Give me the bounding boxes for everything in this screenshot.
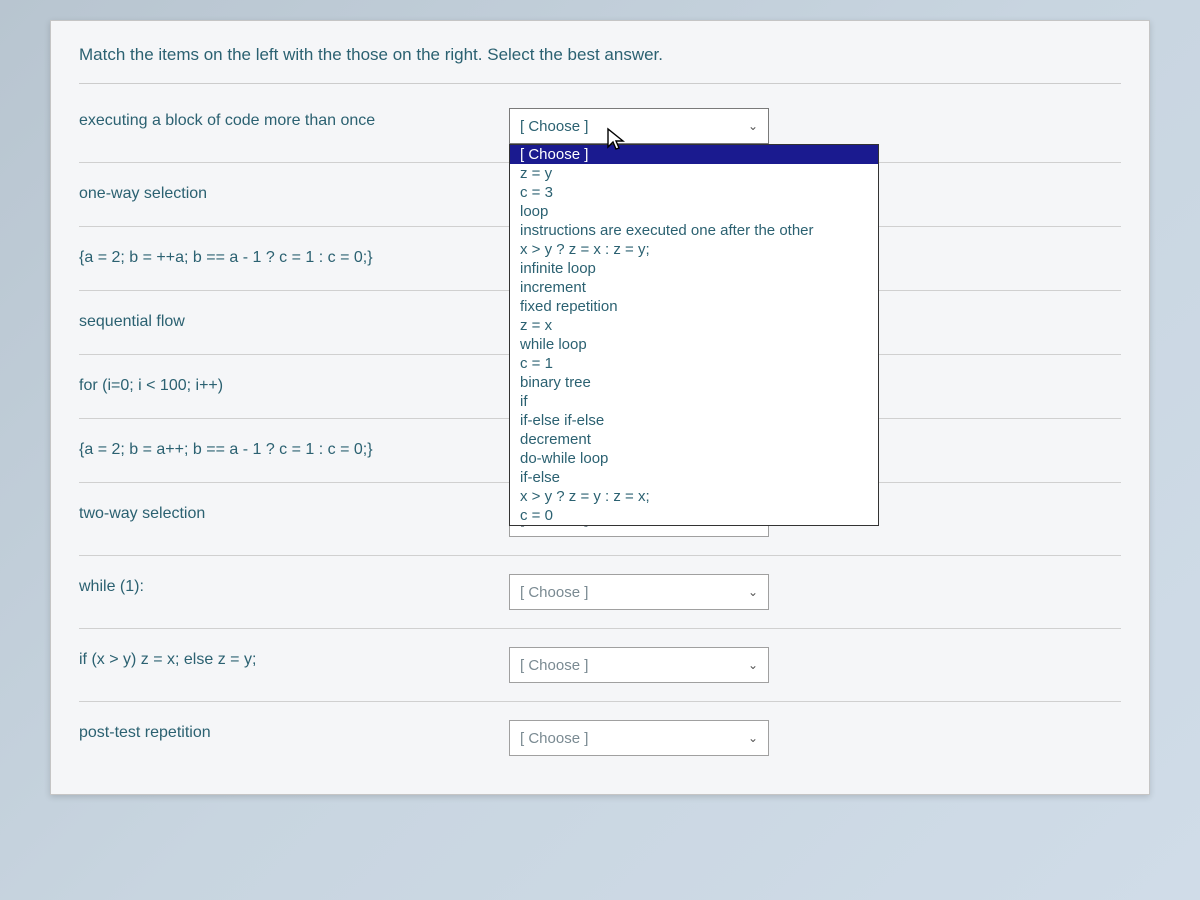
dropdown-option[interactable]: binary tree xyxy=(510,373,878,392)
prompt-text: post-test repetition xyxy=(79,720,509,742)
dropdown-option[interactable]: fixed repetition xyxy=(510,297,878,316)
answer-select[interactable]: [ Choose ] ⌄ xyxy=(509,720,769,756)
chevron-down-icon: ⌄ xyxy=(748,731,758,745)
answer-cell: [ Choose ] ⌄ xyxy=(509,720,769,756)
prompt-text: if (x > y) z = x; else z = y; xyxy=(79,647,509,669)
select-value: [ Choose ] xyxy=(520,657,588,674)
prompt-text: sequential flow xyxy=(79,309,509,331)
answer-cell: [ Choose ] ⌄ [ Choose ] z = y c = 3 loop… xyxy=(509,108,769,144)
instruction-text: Match the items on the left with the tho… xyxy=(79,41,1121,84)
select-value: [ Choose ] xyxy=(520,584,588,601)
dropdown-option[interactable]: if xyxy=(510,392,878,411)
prompt-text: while (1): xyxy=(79,574,509,596)
dropdown-option[interactable]: x > y ? z = x : z = y; xyxy=(510,240,878,259)
dropdown-option[interactable]: x > y ? z = y : z = x; xyxy=(510,487,878,506)
prompt-text: {a = 2; b = ++a; b == a - 1 ? c = 1 : c … xyxy=(79,245,509,267)
dropdown-option[interactable]: c = 3 xyxy=(510,183,878,202)
answer-select[interactable]: [ Choose ] ⌄ xyxy=(509,574,769,610)
match-row: if (x > y) z = x; else z = y; [ Choose ]… xyxy=(79,629,1121,702)
answer-cell: [ Choose ] ⌄ xyxy=(509,647,769,683)
answer-select[interactable]: [ Choose ] ⌄ xyxy=(509,647,769,683)
dropdown-option[interactable]: if-else if-else xyxy=(510,411,878,430)
dropdown-option[interactable]: if-else xyxy=(510,468,878,487)
answer-cell: [ Choose ] ⌄ xyxy=(509,574,769,610)
match-row: while (1): [ Choose ] ⌄ xyxy=(79,556,1121,629)
select-value: [ Choose ] xyxy=(520,118,588,135)
dropdown-option[interactable]: loop xyxy=(510,202,878,221)
dropdown-option[interactable]: increment xyxy=(510,278,878,297)
match-row: executing a block of code more than once… xyxy=(79,90,1121,163)
chevron-down-icon: ⌄ xyxy=(748,585,758,599)
dropdown-option[interactable]: [ Choose ] xyxy=(510,145,878,164)
select-value: [ Choose ] xyxy=(520,730,588,747)
prompt-text: two-way selection xyxy=(79,501,509,523)
match-row: post-test repetition [ Choose ] ⌄ xyxy=(79,702,1121,774)
prompt-text: executing a block of code more than once xyxy=(79,108,509,130)
chevron-down-icon: ⌄ xyxy=(748,119,758,133)
answer-select[interactable]: [ Choose ] ⌄ xyxy=(509,108,769,144)
prompt-text: one-way selection xyxy=(79,181,509,203)
prompt-text: {a = 2; b = a++; b == a - 1 ? c = 1 : c … xyxy=(79,437,509,459)
dropdown-option[interactable]: c = 0 xyxy=(510,506,878,525)
dropdown-option[interactable]: infinite loop xyxy=(510,259,878,278)
dropdown-option[interactable]: c = 1 xyxy=(510,354,878,373)
chevron-down-icon: ⌄ xyxy=(748,658,758,672)
match-rows: executing a block of code more than once… xyxy=(79,90,1121,774)
question-card: Match the items on the left with the tho… xyxy=(50,20,1150,795)
dropdown-option[interactable]: z = x xyxy=(510,316,878,335)
dropdown-option[interactable]: do-while loop xyxy=(510,449,878,468)
dropdown-listbox[interactable]: [ Choose ] z = y c = 3 loop instructions… xyxy=(509,144,879,526)
dropdown-option[interactable]: instructions are executed one after the … xyxy=(510,221,878,240)
dropdown-option[interactable]: decrement xyxy=(510,430,878,449)
dropdown-option[interactable]: z = y xyxy=(510,164,878,183)
dropdown-option[interactable]: while loop xyxy=(510,335,878,354)
prompt-text: for (i=0; i < 100; i++) xyxy=(79,373,509,395)
